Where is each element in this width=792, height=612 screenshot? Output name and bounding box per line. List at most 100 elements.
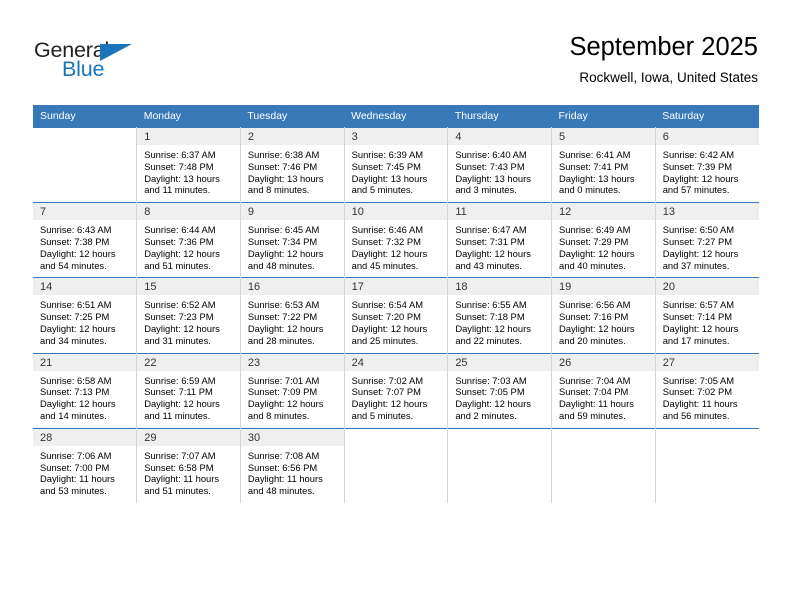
day-cell[interactable]: 25 Sunrise: 7:03 AM Sunset: 7:05 PM Dayligh…: [447, 352, 553, 429]
day-number: 7: [33, 203, 137, 221]
sunset-time: Sunset: 7:31 PM: [455, 235, 525, 247]
sunset-time: Sunset: 6:58 PM: [144, 461, 214, 473]
sunrise-time: Sunrise: 6:56 AM: [559, 299, 631, 311]
day-number: 28: [33, 428, 137, 446]
daylight-duration-line2: and 51 minutes.: [144, 485, 211, 497]
daylight-duration-line2: and 14 minutes.: [40, 409, 107, 421]
day-details: Sunrise: 6:45 AM Sunset: 7:34 PM Daylight:…: [241, 220, 344, 277]
day-details: Sunrise: 7:05 AM Sunset: 7:02 PM Daylight:…: [656, 371, 759, 428]
daylight-duration-line1: Daylight: 12 hours: [662, 247, 739, 259]
day-cell[interactable]: 26 Sunrise: 7:04 AM Sunset: 7:04 PM Dayligh…: [551, 352, 656, 429]
day-cell[interactable]: 27 Sunrise: 7:05 AM Sunset: 7:02 PM Dayligh…: [654, 352, 759, 429]
daylight-duration-line2: and 20 minutes.: [559, 334, 626, 346]
day-cell[interactable]: 8 Sunrise: 6:44 AM Sunset: 7:36 PM Daylight…: [136, 202, 241, 278]
day-cell[interactable]: 21 Sunrise: 6:58 AM Sunset: 7:13 PM Dayligh…: [33, 352, 138, 429]
sunrise-time: Sunrise: 6:41 AM: [559, 149, 631, 160]
sunset-time: Sunset: 7:41 PM: [559, 160, 629, 172]
day-number: 21: [33, 353, 137, 371]
calendar-header-row: Sunday Monday Tuesday Wednesday Thursday Frid…: [33, 105, 759, 128]
day-details: Sunrise: 6:41 AM Sunset: 7:41 PM Daylight:…: [552, 145, 655, 202]
day-details: Sunrise: 6:57 AM Sunset: 7:14 PM Daylight:…: [656, 295, 759, 352]
daylight-duration-line1: Daylight: 12 hours: [247, 247, 324, 259]
calendar-table: Sunday Monday Tuesday Wednesday Thursday Frid…: [33, 105, 759, 503]
day-number: 27: [655, 353, 759, 371]
sunset-time: Sunset: 7:34 PM: [247, 235, 318, 247]
daylight-duration-line1: Daylight: 12 hours: [247, 398, 324, 410]
daylight-duration-line2: and 57 minutes.: [662, 184, 730, 196]
day-details: Sunrise: 6:54 AM Sunset: 7:20 PM Daylight:…: [345, 295, 448, 352]
sunrise-time: Sunrise: 6:59 AM: [144, 374, 216, 386]
sunset-time: Sunset: 6:56 PM: [247, 461, 318, 473]
sunrise-time: Sunrise: 6:52 AM: [144, 299, 216, 311]
daylight-duration-line2: and 28 minutes.: [247, 334, 315, 346]
sunset-time: Sunset: 7:20 PM: [351, 311, 421, 323]
sunrise-time: Sunrise: 7:05 AM: [662, 374, 735, 386]
sunset-time: Sunset: 7:25 PM: [40, 311, 110, 323]
day-cell[interactable]: 11 Sunrise: 6:47 AM Sunset: 7:31 PM Dayligh…: [447, 202, 553, 278]
sunset-time: Sunset: 7:18 PM: [455, 311, 525, 323]
logo-text-blue: Blue: [62, 57, 105, 81]
page-header: General Blue September 2025 Rockwell, Io…: [34, 32, 758, 98]
sunrise-time: Sunrise: 7:03 AM: [455, 374, 527, 386]
day-cell[interactable]: 6 Sunrise: 6:42 AM Sunset: 7:39 PM Daylight…: [654, 126, 759, 203]
day-cell[interactable]: 23 Sunrise: 7:01 AM Sunset: 7:09 PM Dayligh…: [239, 352, 345, 429]
day-number: 23: [240, 353, 344, 371]
day-number: 19: [552, 278, 655, 296]
day-cell[interactable]: 20 Sunrise: 6:57 AM Sunset: 7:14 PM Dayligh…: [654, 277, 759, 354]
day-cell[interactable]: 10 Sunrise: 6:46 AM Sunset: 7:32 PM Dayligh…: [343, 202, 449, 278]
sunrise-time: Sunrise: 6:49 AM: [559, 224, 631, 236]
day-cell[interactable]: 14 Sunrise: 6:51 AM Sunset: 7:25 PM Dayligh…: [33, 277, 138, 354]
sunset-time: Sunset: 7:29 PM: [559, 235, 629, 247]
day-number: 30: [240, 428, 344, 446]
weekday-header-thursday: Thursday: [447, 105, 552, 128]
day-details: Sunrise: 6:50 AM Sunset: 7:27 PM Daylight:…: [656, 220, 759, 277]
daylight-duration-line1: Daylight: 12 hours: [351, 398, 428, 410]
day-cell[interactable]: 24 Sunrise: 7:02 AM Sunset: 7:07 PM Dayligh…: [343, 352, 449, 429]
day-number: 5: [552, 128, 655, 145]
daylight-duration-line1: Daylight: 12 hours: [247, 322, 324, 334]
day-cell[interactable]: 28 Sunrise: 7:06 AM Sunset: 7:00 PM Dayligh…: [33, 427, 138, 503]
sunrise-time: Sunrise: 6:39 AM: [351, 149, 424, 160]
day-cell[interactable]: 12 Sunrise: 6:49 AM Sunset: 7:29 PM Dayligh…: [551, 202, 656, 278]
day-cell[interactable]: 16 Sunrise: 6:53 AM Sunset: 7:22 PM Dayligh…: [239, 277, 345, 354]
sunset-time: Sunset: 7:00 PM: [40, 461, 110, 473]
day-cell[interactable]: 1 Sunrise: 6:37 AM Sunset: 7:48 PM Daylight…: [136, 126, 241, 203]
day-details-empty: [33, 145, 136, 202]
daylight-duration-line1: Daylight: 12 hours: [40, 398, 116, 410]
day-cell-empty: [551, 427, 656, 503]
day-cell[interactable]: 22 Sunrise: 6:59 AM Sunset: 7:11 PM Dayligh…: [136, 352, 241, 429]
sunrise-time: Sunrise: 6:42 AM: [662, 149, 735, 160]
logo-triangle-icon: [100, 44, 132, 61]
day-cell[interactable]: 7 Sunrise: 6:43 AM Sunset: 7:38 PM Daylight…: [33, 202, 138, 278]
day-number: 8: [137, 203, 240, 221]
daylight-duration-line2: and 48 minutes.: [247, 259, 315, 271]
day-details: Sunrise: 6:49 AM Sunset: 7:29 PM Daylight:…: [552, 220, 655, 277]
daylight-duration-line1: Daylight: 12 hours: [144, 247, 220, 259]
daylight-duration-line1: Daylight: 12 hours: [351, 247, 428, 259]
day-cell[interactable]: 18 Sunrise: 6:55 AM Sunset: 7:18 PM Dayligh…: [447, 277, 553, 354]
day-cell[interactable]: 17 Sunrise: 6:54 AM Sunset: 7:20 PM Dayligh…: [343, 277, 449, 354]
sunset-time: Sunset: 7:16 PM: [559, 311, 629, 323]
day-cell[interactable]: 29 Sunrise: 7:07 AM Sunset: 6:58 PM Dayligh…: [136, 427, 241, 503]
daylight-duration-line1: Daylight: 12 hours: [40, 247, 116, 259]
daylight-duration-line1: Daylight: 12 hours: [144, 322, 220, 334]
day-cell[interactable]: 5 Sunrise: 6:41 AM Sunset: 7:41 PM Daylight…: [551, 126, 656, 203]
general-blue-logo[interactable]: General Blue: [34, 38, 164, 86]
sunrise-time: Sunrise: 6:43 AM: [40, 224, 112, 236]
day-number: 29: [137, 428, 240, 446]
day-cell[interactable]: 13 Sunrise: 6:50 AM Sunset: 7:27 PM Dayligh…: [654, 202, 759, 278]
day-number: 18: [448, 278, 552, 296]
day-cell[interactable]: 9 Sunrise: 6:45 AM Sunset: 7:34 PM Daylight…: [239, 202, 345, 278]
day-cell[interactable]: 30 Sunrise: 7:08 AM Sunset: 6:56 PM Dayligh…: [239, 427, 345, 503]
sunrise-time: Sunrise: 7:07 AM: [144, 449, 216, 461]
day-cell[interactable]: 19 Sunrise: 6:56 AM Sunset: 7:16 PM Dayligh…: [551, 277, 656, 354]
day-cell[interactable]: 15 Sunrise: 6:52 AM Sunset: 7:23 PM Dayligh…: [136, 277, 241, 354]
daylight-duration-line2: and 59 minutes.: [559, 409, 626, 421]
daylight-duration-line2: and 40 minutes.: [559, 259, 626, 271]
day-cell[interactable]: 4 Sunrise: 6:40 AM Sunset: 7:43 PM Daylight…: [447, 126, 553, 203]
day-details: Sunrise: 6:58 AM Sunset: 7:13 PM Daylight:…: [33, 371, 136, 428]
sunset-time: Sunset: 7:45 PM: [351, 160, 421, 172]
day-cell[interactable]: 3 Sunrise: 6:39 AM Sunset: 7:45 PM Daylight…: [343, 126, 449, 203]
daylight-duration-line1: Daylight: 13 hours: [351, 172, 428, 184]
day-cell[interactable]: 2 Sunrise: 6:38 AM Sunset: 7:46 PM Daylight…: [239, 126, 345, 203]
